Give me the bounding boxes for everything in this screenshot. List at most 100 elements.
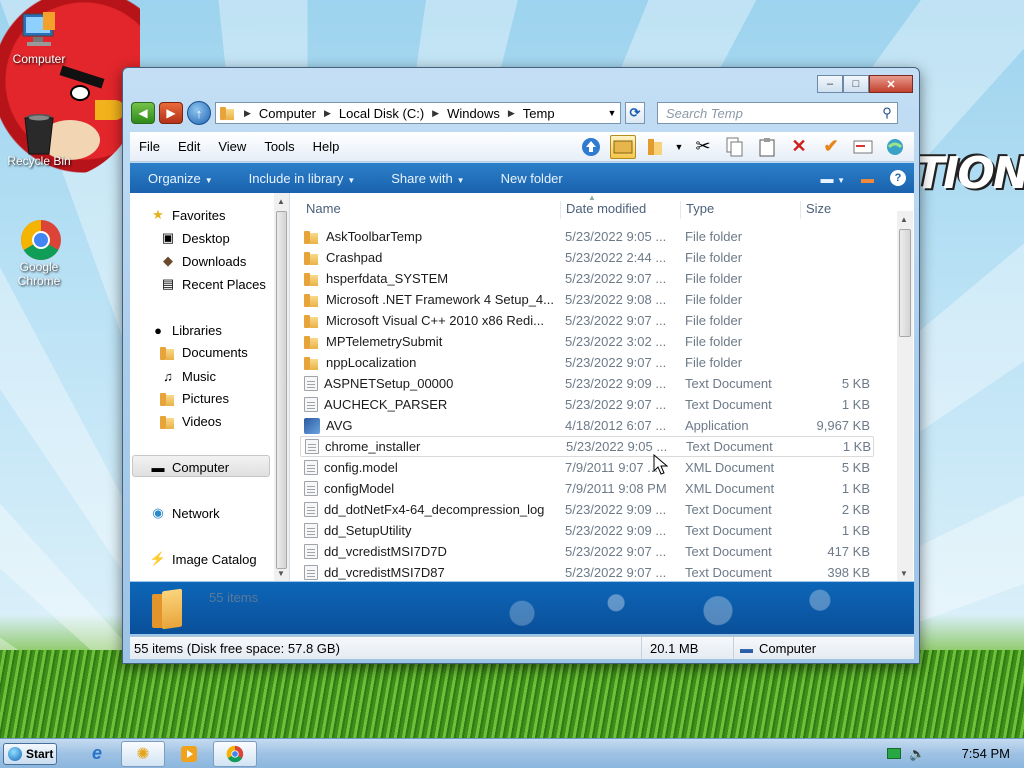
file-row[interactable]: configModel 7/9/2011 9:08 PM XML Document 1… — [300, 478, 874, 499]
mail-icon[interactable] — [850, 135, 876, 159]
menu-edit[interactable]: Edit — [169, 139, 209, 154]
start-button[interactable]: Start — [3, 742, 57, 765]
taskbar-clock[interactable]: 7:54 PM — [962, 746, 1010, 761]
nav-network[interactable]: ◉ Network — [150, 505, 219, 521]
nav-videos[interactable]: Videos — [160, 414, 222, 429]
breadcrumb-computer[interactable]: Computer — [259, 106, 316, 121]
nav-documents[interactable]: Documents — [160, 345, 248, 360]
file-row[interactable]: Crashpad 5/23/2022 2:44 ... File folder — [300, 247, 874, 268]
menu-view[interactable]: View — [209, 139, 255, 154]
copy-icon[interactable] — [722, 135, 748, 159]
nav-favorites[interactable]: ★ Favorites — [150, 207, 225, 223]
nav-image-catalog[interactable]: ⚡ Image Catalog — [150, 551, 257, 567]
file-row[interactable]: dd_vcredistMSI7D87 5/23/2022 9:07 ... Text… — [300, 562, 874, 581]
maximize-button[interactable]: □ — [843, 75, 869, 93]
taskbar-media-player[interactable] — [167, 741, 211, 767]
desktop-icon-label: Computer — [12, 52, 66, 66]
scroll-down-icon[interactable]: ▼ — [277, 569, 285, 578]
file-row[interactable]: dd_dotNetFx4-64_decompression_log 5/23/20… — [300, 499, 874, 520]
taskbar-chrome[interactable] — [213, 740, 257, 767]
new-folder-button[interactable]: New folder — [483, 171, 581, 186]
file-type: Text Document — [685, 397, 772, 412]
menu-help[interactable]: Help — [304, 139, 349, 154]
organize-button[interactable]: Organize ▼ — [130, 171, 231, 186]
scroll-down-icon[interactable]: ▼ — [900, 569, 908, 578]
file-row[interactable]: MPTelemetrySubmit 5/23/2022 3:02 ... File … — [300, 331, 874, 352]
back-button[interactable]: ◀ — [131, 102, 155, 124]
file-row[interactable]: Microsoft .NET Framework 4 Setup_4... 5/2… — [300, 289, 874, 310]
file-row[interactable]: hsperfdata_SYSTEM 5/23/2022 9:07 ... File … — [300, 268, 874, 289]
change-view-icon[interactable]: ▬ ▼ — [820, 171, 845, 186]
close-button[interactable]: ✕ — [869, 75, 913, 93]
file-row[interactable]: nppLocalization 5/23/2022 9:07 ... File fo… — [300, 352, 874, 373]
file-size: 5 KB — [841, 376, 870, 391]
desktop-icon-chrome[interactable]: Google Chrome — [0, 218, 78, 288]
taskbar-internet-explorer[interactable]: e — [75, 741, 119, 767]
scroll-up-icon[interactable]: ▲ — [900, 215, 908, 224]
column-size[interactable]: Size — [800, 201, 831, 219]
network-status-icon[interactable] — [887, 748, 902, 759]
file-row[interactable]: AskToolbarTemp 5/23/2022 9:05 ... File fol… — [300, 226, 874, 247]
search-icon[interactable]: ⚲ — [877, 105, 897, 121]
file-list-scrollbar[interactable]: ▲ ▼ — [897, 211, 913, 581]
desktop-icon-recycle-bin[interactable]: Recycle Bin — [0, 112, 78, 168]
views-icon[interactable] — [642, 135, 668, 159]
address-dropdown-button[interactable]: ▼ — [604, 103, 620, 123]
properties-check-icon[interactable]: ✔ — [818, 135, 844, 159]
breadcrumb-windows[interactable]: Windows — [447, 106, 500, 121]
up-folder-button[interactable]: ↑ — [187, 101, 211, 125]
preview-pane-icon[interactable]: ▬ — [861, 171, 874, 186]
folders-view-icon[interactable] — [610, 134, 636, 159]
file-row[interactable]: ASPNETSetup_00000 5/23/2022 9:09 ... Text … — [300, 373, 874, 394]
file-row[interactable]: AVG 4/18/2012 6:07 ... Application 9,967 KB — [300, 415, 874, 436]
views-dropdown-icon[interactable]: ▼ — [674, 135, 684, 159]
paste-icon[interactable] — [754, 135, 780, 159]
nav-pictures[interactable]: Pictures — [160, 391, 229, 406]
nav-scrollbar[interactable]: ▲ ▼ — [274, 193, 289, 581]
breadcrumb-local-disk[interactable]: Local Disk (C:) — [339, 106, 424, 121]
up-level-icon[interactable] — [578, 135, 604, 159]
file-type: File folder — [685, 292, 743, 307]
nav-recent-places[interactable]: ▤ Recent Places — [160, 276, 266, 292]
nav-computer[interactable]: ▬ Computer — [150, 459, 230, 475]
address-bar[interactable]: ▶ Computer ▶ Local Disk (C:) ▶ Windows ▶ Te… — [215, 102, 621, 124]
forward-button[interactable]: ▶ — [159, 102, 183, 124]
nav-libraries[interactable]: ● Libraries — [150, 322, 222, 338]
menu-file[interactable]: File — [130, 139, 169, 154]
help-icon[interactable]: ? — [890, 170, 906, 186]
column-date-modified[interactable]: Date modified — [560, 201, 646, 219]
breadcrumb-temp[interactable]: Temp — [523, 106, 555, 121]
file-list-scrollbar-thumb[interactable] — [899, 229, 911, 337]
nav-downloads[interactable]: ◆ Downloads — [160, 253, 246, 269]
refresh-button[interactable]: ⟳ — [625, 102, 645, 124]
file-row[interactable]: config.model 7/9/2011 9:07 ... XML Documen… — [300, 457, 874, 478]
file-row[interactable]: chrome_installer 5/23/2022 9:05 ... Text D… — [300, 436, 874, 457]
minimize-button[interactable]: – — [817, 75, 843, 93]
globe-icon[interactable] — [882, 135, 908, 159]
volume-icon[interactable]: 🔈 — [909, 746, 925, 762]
file-row[interactable]: Microsoft Visual C++ 2010 x86 Redi... 5/2… — [300, 310, 874, 331]
file-row[interactable]: dd_SetupUtility 5/23/2022 9:09 ... Text Do… — [300, 520, 874, 541]
status-items: 55 items (Disk free space: 57.8 GB) — [130, 637, 642, 659]
file-row[interactable]: dd_vcredistMSI7D7D 5/23/2022 9:07 ... Text… — [300, 541, 874, 562]
desktop-icon-computer[interactable]: Computer — [0, 10, 78, 66]
file-row[interactable]: AUCHECK_PARSER 5/23/2022 9:07 ... Text Doc… — [300, 394, 874, 415]
menu-tools[interactable]: Tools — [255, 139, 303, 154]
scroll-up-icon[interactable]: ▲ — [277, 197, 285, 206]
column-type[interactable]: Type — [680, 201, 714, 219]
status-location: ▬ Computer — [734, 637, 820, 659]
column-name[interactable]: Name — [290, 201, 341, 219]
nav-music[interactable]: ♫ Music — [160, 368, 216, 384]
downloads-icon: ◆ — [163, 253, 173, 268]
file-date-modified: 5/23/2022 9:09 ... — [565, 376, 667, 391]
taskbar-explorer[interactable]: ✺ — [121, 740, 165, 767]
share-with-button[interactable]: Share with ▼ — [373, 171, 482, 186]
nav-scrollbar-thumb[interactable] — [276, 211, 287, 569]
search-input[interactable]: Search Temp ⚲ — [657, 102, 898, 124]
nav-desktop[interactable]: ▣ Desktop — [160, 230, 230, 246]
file-name-cell: dd_dotNetFx4-64_decompression_log — [304, 502, 554, 517]
include-in-library-button[interactable]: Include in library ▼ — [231, 171, 374, 186]
delete-icon[interactable]: ✕ — [786, 135, 812, 159]
cut-icon[interactable]: ✂ — [690, 135, 716, 159]
file-type: Application — [685, 418, 749, 433]
